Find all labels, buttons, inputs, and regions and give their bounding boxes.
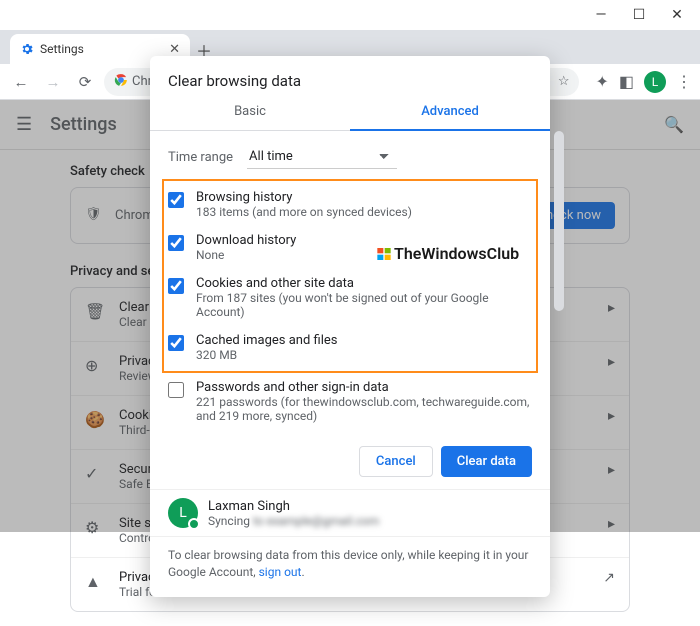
option-sub: None [196, 248, 296, 262]
option-title: Cookies and other site data [196, 276, 532, 291]
clear-browsing-data-dialog: Clear browsing data Basic Advanced Time … [150, 56, 550, 597]
chrome-logo-icon [114, 73, 128, 91]
window-close-button[interactable]: ✕ [658, 1, 696, 29]
time-range-label: Time range [168, 150, 233, 165]
external-icon: ↗ [603, 570, 615, 586]
option-title: Browsing history [196, 190, 412, 205]
option-sub: 320 MB [196, 348, 337, 362]
sign-out-link[interactable]: sign out [259, 565, 302, 579]
checkbox-passwords[interactable] [168, 382, 184, 398]
nav-back-button[interactable]: ← [8, 69, 34, 95]
tab-advanced[interactable]: Advanced [350, 94, 550, 131]
sync-badge-icon [188, 518, 200, 530]
clear-data-button[interactable]: Clear data [441, 446, 532, 477]
sidepanel-icon[interactable]: ◧ [619, 72, 634, 91]
nav-reload-button[interactable]: ⟳ [72, 69, 98, 95]
checkbox-cache[interactable] [168, 335, 184, 351]
option-sub: 183 items (and more on synced devices) [196, 205, 412, 219]
profile-name: Laxman Singh [208, 499, 379, 514]
browser-menu-icon[interactable]: ⋮ [676, 72, 692, 91]
extensions-icon[interactable]: ✦ [595, 72, 608, 91]
bookmark-icon[interactable]: ☆ [558, 74, 570, 89]
option-cookies[interactable]: Cookies and other site dataFrom 187 site… [168, 269, 532, 326]
nav-forward-button[interactable]: → [40, 69, 66, 95]
cancel-button[interactable]: Cancel [359, 446, 433, 477]
profile-avatar-button[interactable]: L [644, 71, 666, 93]
tab-basic[interactable]: Basic [150, 94, 350, 131]
option-sub: 221 passwords (for thewindowsclub.com, t… [196, 395, 532, 423]
option-browsing-history[interactable]: Browsing history183 items (and more on s… [168, 183, 532, 226]
dialog-scrollbar[interactable] [554, 131, 564, 311]
dialog-title: Clear browsing data [150, 56, 550, 94]
checkbox-cookies[interactable] [168, 278, 184, 294]
checkbox-browsing-history[interactable] [168, 192, 184, 208]
option-title: Download history [196, 233, 296, 248]
option-sub: From 187 sites (you won't be signed out … [196, 291, 532, 319]
option-download-history[interactable]: Download historyNone [168, 226, 532, 269]
checkbox-download-history[interactable] [168, 235, 184, 251]
profile-row[interactable]: L Laxman Singh Syncing to example@gmail.… [150, 489, 550, 536]
profile-avatar: L [168, 498, 198, 528]
window-titlebar: — ☐ ✕ [0, 0, 700, 30]
profile-sync-status: Syncing to example@gmail.com [208, 514, 379, 528]
highlight-annotation: Browsing history183 items (and more on s… [162, 179, 538, 373]
dialog-body: Time range All time Browsing history183 … [150, 131, 550, 434]
gear-icon [20, 42, 34, 56]
option-cache[interactable]: Cached images and files320 MB [168, 326, 532, 369]
window-maximize-button[interactable]: ☐ [620, 1, 658, 29]
window-minimize-button[interactable]: — [582, 1, 620, 29]
dialog-footer-hint: To clear browsing data from this device … [150, 536, 550, 597]
option-title: Passwords and other sign-in data [196, 380, 532, 395]
tab-close-icon[interactable]: ✕ [169, 42, 180, 57]
option-passwords[interactable]: Passwords and other sign-in data221 pass… [168, 373, 532, 430]
flask-icon: ▲ [85, 570, 105, 592]
tab-title: Settings [40, 42, 84, 56]
option-title: Cached images and files [196, 333, 337, 348]
time-range-select[interactable]: All time [247, 145, 397, 169]
